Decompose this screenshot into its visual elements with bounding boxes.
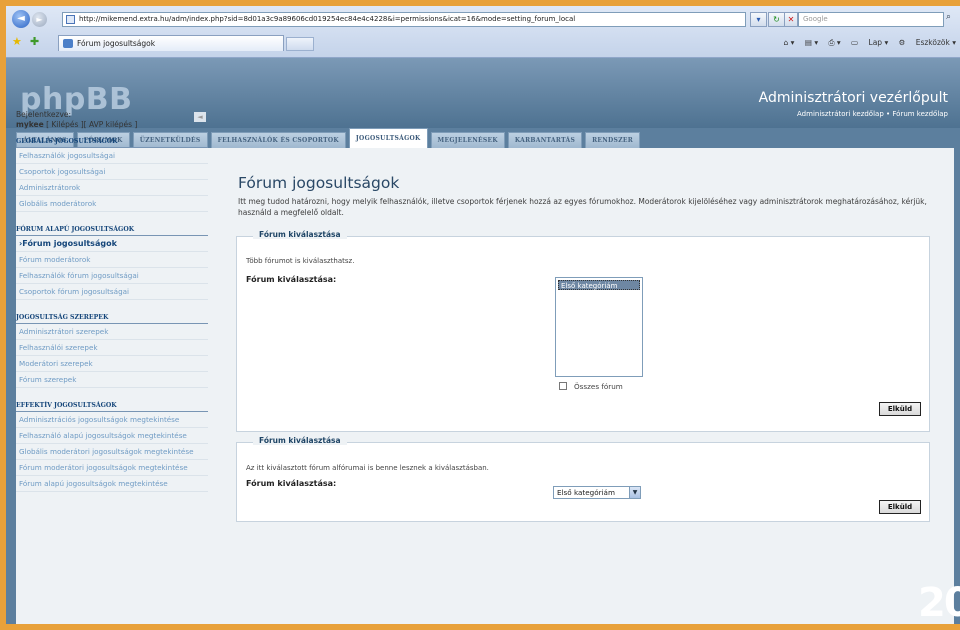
- panel-legend: Fórum kiválasztása: [253, 230, 347, 239]
- forum-multiselect[interactable]: Első kategóriám: [555, 277, 643, 377]
- collapse-sidebar-icon[interactable]: ◄: [194, 112, 206, 122]
- sidebar-item[interactable]: Fórum moderátori jogosultságok megtekint…: [16, 460, 208, 476]
- tab-3[interactable]: FELHASZNÁLÓK ÉS CSOPORTOK: [210, 132, 346, 148]
- tab-4[interactable]: JOGOSULTSÁGOK: [348, 128, 428, 148]
- sidebar-item[interactable]: Felhasználói szerepek: [16, 340, 208, 356]
- sidebar-menu: GLOBÁLIS JOGOSULTSÁGOK Felhasználók jogos…: [16, 138, 208, 492]
- sidebar-section-title: EFFEKTÍV JOGOSULTSÁGOK: [16, 402, 208, 412]
- print-icon[interactable]: ⎙ ▾: [828, 38, 840, 47]
- sidebar-item[interactable]: Csoportok fórum jogosultságai: [16, 284, 208, 300]
- sidebar: Bejelentkezve: mykee [ Kilépés ][ AVP ki…: [16, 110, 208, 492]
- page-description: Itt meg tudod határozni, hogy melyik fel…: [238, 197, 927, 217]
- forum-select-panel-multi: Fórum kiválasztása Több fórumot is kivál…: [236, 230, 930, 432]
- sidebar-item[interactable]: Adminisztrátori szerepek: [16, 324, 208, 340]
- logout-links[interactable]: [ Kilépés ][ AVP kilépés ]: [46, 120, 137, 129]
- all-forums-label: Összes fórum: [574, 382, 623, 391]
- feeds-icon[interactable]: ▤ ▾: [805, 38, 818, 47]
- sidebar-item[interactable]: Fórum alapú jogosultságok megtekintése: [16, 476, 208, 492]
- address-dropdown-icon[interactable]: ▾: [750, 12, 767, 27]
- search-icon[interactable]: ⌕: [946, 12, 958, 27]
- admin-panel-title: Adminisztrátori vezérlőpult: [758, 90, 948, 106]
- tab-7[interactable]: RENDSZER: [585, 132, 641, 148]
- forum-dropdown[interactable]: Első kategóriám ▼: [553, 486, 641, 499]
- stop-icon[interactable]: ✕: [784, 12, 798, 27]
- logged-in-label: Bejelentkezve:: [16, 110, 72, 119]
- panel-legend: Fórum kiválasztása: [253, 436, 347, 445]
- forward-icon[interactable]: ►: [32, 12, 47, 27]
- sidebar-item[interactable]: Fórum szerepek: [16, 372, 208, 388]
- page-title: Fórum jogosultságok: [238, 174, 400, 192]
- submit-button[interactable]: Elküld: [879, 500, 921, 514]
- browser-tab[interactable]: Fórum jogosultságok: [58, 35, 284, 51]
- home-icon[interactable]: ⌂ ▾: [784, 38, 795, 47]
- admin-index-link[interactable]: Adminisztrátori kezdőlap: [797, 110, 884, 118]
- sidebar-item[interactable]: Globális moderátorok: [16, 196, 208, 212]
- tab-bar: ★ ✚ Fórum jogosultságok ⌂ ▾ ▤ ▾ ⎙ ▾ ▭ La…: [6, 32, 960, 54]
- tab-title: Fórum jogosultságok: [77, 39, 156, 48]
- sidebar-item[interactable]: Globális moderátori jogosultságok megtek…: [16, 444, 208, 460]
- page-menu[interactable]: ▭ Lap ▾: [851, 38, 888, 47]
- tools-menu[interactable]: ⚙ Eszközök ▾: [899, 38, 956, 47]
- url-text: http://mikemend.extra.hu/adm/index.php?s…: [79, 15, 576, 23]
- sidebar-item[interactable]: Felhasználók fórum jogosultságai: [16, 268, 208, 284]
- browser-chrome: ◄ ► http://mikemend.extra.hu/adm/index.p…: [6, 6, 960, 58]
- link-separator: •: [886, 110, 891, 118]
- add-favorite-icon[interactable]: ✚: [30, 35, 39, 48]
- forum-select-panel-single: Fórum kiválasztása Az itt kiválasztott f…: [236, 436, 930, 522]
- sidebar-item[interactable]: Felhasználók jogosultságai: [16, 148, 208, 164]
- sidebar-item[interactable]: Adminisztrátorok: [16, 180, 208, 196]
- sidebar-item[interactable]: Moderátori szerepek: [16, 356, 208, 372]
- submit-button[interactable]: Elküld: [879, 402, 921, 416]
- new-tab-button[interactable]: [286, 37, 314, 51]
- forum-option[interactable]: Első kategóriám: [558, 280, 640, 290]
- back-icon[interactable]: ◄: [12, 10, 30, 28]
- panel-hint: Az itt kiválasztott fórum alfórumai is b…: [246, 464, 489, 472]
- sidebar-section-title: GLOBÁLIS JOGOSULTSÁGOK: [16, 138, 208, 148]
- sidebar-item[interactable]: Adminisztrációs jogosultságok megtekinté…: [16, 412, 208, 428]
- favorites-star-icon[interactable]: ★: [12, 35, 22, 48]
- sidebar-section-title: JOGOSULTSÁG SZEREPEK: [16, 314, 208, 324]
- tab-5[interactable]: MEGJELENÉSEK: [430, 132, 505, 148]
- sidebar-section-title: FÓRUM ALAPÚ JOGOSULTSÁGOK: [16, 226, 208, 236]
- page-number: 20: [918, 580, 960, 626]
- forum-dropdown-value: Első kategóriám: [557, 488, 615, 497]
- search-input[interactable]: Google: [798, 12, 944, 27]
- toolbar-right: ⌂ ▾ ▤ ▾ ⎙ ▾ ▭ Lap ▾ ⚙ Eszközök ▾: [776, 38, 956, 48]
- logged-in-info: Bejelentkezve: mykee [ Kilépés ][ AVP ki…: [16, 110, 208, 130]
- tab-favicon-icon: [63, 39, 73, 48]
- sidebar-item[interactable]: Fórum moderátorok: [16, 252, 208, 268]
- refresh-icon[interactable]: ↻: [768, 12, 785, 27]
- forum-select-label: Fórum kiválasztása:: [246, 275, 337, 284]
- sidebar-item[interactable]: Csoportok jogosultságai: [16, 164, 208, 180]
- sidebar-item[interactable]: Felhasználó alapú jogosultságok megtekin…: [16, 428, 208, 444]
- tab-6[interactable]: KARBANTARTÁS: [507, 132, 583, 148]
- header-links: Adminisztrátori kezdőlap • Fórum kezdőla…: [797, 110, 948, 118]
- username[interactable]: mykee: [16, 120, 44, 129]
- sidebar-item[interactable]: ›Fórum jogosultságok: [16, 236, 208, 252]
- all-forums-checkbox-row[interactable]: Összes fórum: [559, 382, 623, 391]
- chevron-down-icon[interactable]: ▼: [629, 487, 640, 498]
- forum-select-label: Fórum kiválasztása:: [246, 479, 337, 488]
- page-icon: [66, 15, 75, 24]
- sidebar-item-label: Fórum jogosultságok: [22, 239, 117, 248]
- forum-index-link[interactable]: Fórum kezdőlap: [892, 110, 948, 118]
- all-forums-checkbox[interactable]: [559, 382, 567, 390]
- address-bar[interactable]: http://mikemend.extra.hu/adm/index.php?s…: [62, 12, 746, 27]
- panel-hint: Több fórumot is kiválaszthatsz.: [246, 257, 355, 265]
